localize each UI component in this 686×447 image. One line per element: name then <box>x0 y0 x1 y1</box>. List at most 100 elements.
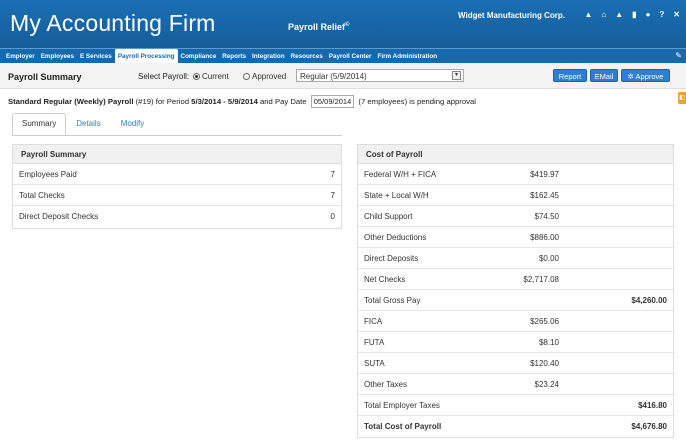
chat-icon[interactable]: ● <box>646 10 651 19</box>
cost-row-label: Total Gross Pay <box>364 296 421 305</box>
cost-row-value: $8.10 <box>538 338 559 347</box>
cost-row: State + Local W/H $162.45 <box>358 185 673 206</box>
cost-row-total: Total Employer Taxes $416.80 <box>358 395 673 416</box>
cost-row-label: Other Deductions <box>364 233 427 242</box>
payroll-info: Standard Regular (Weekly) Payroll (#19) … <box>8 95 476 108</box>
cost-row-total-value: $416.80 <box>638 401 667 410</box>
cost-row-value: $74.50 <box>534 212 559 221</box>
cost-row-label: Net Checks <box>364 275 406 284</box>
nav-firm-administration[interactable]: Firm Administration <box>374 49 440 64</box>
cost-of-payroll-title: Cost of Payroll <box>358 145 673 164</box>
nav-compliance[interactable]: Compliance <box>178 49 220 64</box>
nav-e-services[interactable]: E Services <box>77 49 115 64</box>
nav-payroll-center[interactable]: Payroll Center <box>326 49 375 64</box>
help-icon[interactable]: ? <box>659 10 664 19</box>
close-icon[interactable]: ✕ <box>673 10 680 19</box>
radio-approved-label: Approved <box>252 72 287 81</box>
cost-row-value: $2,717.08 <box>523 275 559 284</box>
summary-row-label: Direct Deposit Checks <box>19 212 99 221</box>
cost-of-payroll-panel: Cost of Payroll Federal W/H + FICA $419.… <box>357 144 674 438</box>
cost-row-total: Total Gross Pay $4,260.00 <box>358 290 673 311</box>
radio-approved-indicator[interactable] <box>243 73 250 80</box>
payroll-select-value: Regular (5/9/2014) <box>300 72 367 81</box>
radio-current[interactable]: Current <box>193 72 229 81</box>
product-name: Payroll Relief© <box>288 22 350 32</box>
summary-row: Total Checks 7 <box>13 185 341 206</box>
tab-summary[interactable]: Summary <box>12 113 67 135</box>
summary-row-label: Employees Paid <box>19 170 77 179</box>
summary-row-value: 7 <box>330 191 335 200</box>
nav-reports[interactable]: Reports <box>219 49 249 64</box>
payroll-summary-title: Payroll Summary <box>13 145 341 164</box>
email-button[interactable]: EMail <box>590 69 618 82</box>
cost-row-value: $120.40 <box>530 359 559 368</box>
payroll-status: (7 employees) is pending approval <box>358 97 476 106</box>
radio-current-indicator[interactable] <box>193 73 200 80</box>
side-panel-tab[interactable]: ◧ <box>678 92 686 104</box>
toolbar: Payroll Summary Select Payroll: Current … <box>0 63 686 89</box>
cost-row: Child Support $74.50 <box>358 206 673 227</box>
cost-row-label: State + Local W/H <box>364 191 429 200</box>
cost-row-label: Child Support <box>364 212 413 221</box>
cost-row-label: Federal W/H + FICA <box>364 170 437 179</box>
approve-button-label: Approve <box>635 72 664 81</box>
nav-payroll-processing[interactable]: Payroll Processing <box>114 48 178 64</box>
cost-row-value: $886.00 <box>530 233 559 242</box>
cost-row: FICA $265.06 <box>358 311 673 332</box>
cost-row-label: SUTA <box>364 359 385 368</box>
summary-row: Direct Deposit Checks 0 <box>13 206 341 227</box>
cost-row-total-value: $4,676.80 <box>631 422 667 431</box>
nav-employer[interactable]: Employer <box>3 49 38 64</box>
cost-row-value: $419.97 <box>530 170 559 179</box>
radio-current-label: Current <box>202 72 229 81</box>
chevron-down-icon[interactable]: ▾ <box>452 71 461 80</box>
gear-icon: ✲ <box>627 72 634 81</box>
summary-row-value: 7 <box>330 170 335 179</box>
approve-button[interactable]: ✲ Approve <box>621 69 670 82</box>
product-mark: © <box>345 22 350 28</box>
app-header: My Accounting Firm Payroll Relief© Widge… <box>0 0 686 48</box>
cost-row-value: $265.06 <box>530 317 559 326</box>
company-name[interactable]: Widget Manufacturing Corp. <box>458 11 565 20</box>
pay-date-field[interactable]: 05/09/2014 <box>310 95 355 108</box>
cost-row-value: $23.24 <box>534 380 559 389</box>
tab-divider <box>12 135 342 136</box>
cost-row: Other Taxes $23.24 <box>358 374 673 395</box>
summary-row-value: 0 <box>330 212 335 221</box>
payroll-number: (#19) for Period <box>135 97 190 106</box>
cost-row-total-value: $4,260.00 <box>631 296 667 305</box>
cost-row-label: Total Employer Taxes <box>364 401 440 410</box>
cost-row-label: FICA <box>364 317 383 326</box>
app-title: My Accounting Firm <box>10 10 216 36</box>
cost-row: FUTA $8.10 <box>358 332 673 353</box>
wrench-icon[interactable]: ✎ <box>675 51 682 60</box>
cost-row-label: Total Cost of Payroll <box>364 422 442 431</box>
cost-row-grand-total: Total Cost of Payroll $4,676.80 <box>358 416 673 437</box>
cost-row-value: $0.00 <box>538 254 559 263</box>
summary-row-label: Total Checks <box>19 191 65 200</box>
document-icon[interactable]: ▮ <box>632 10 636 19</box>
cost-row-label: Direct Deposits <box>364 254 419 263</box>
pay-date-label: and Pay Date <box>260 97 307 106</box>
nav-integration[interactable]: Integration <box>249 49 288 64</box>
nav-employees[interactable]: Employees <box>38 49 77 64</box>
payroll-type: Standard Regular (Weekly) Payroll <box>8 97 134 106</box>
report-button[interactable]: Report <box>553 69 587 82</box>
user-icon[interactable]: ▲ <box>584 10 592 19</box>
cost-row: Net Checks $2,717.08 <box>358 269 673 290</box>
header-icons: ▲ ⌂ ▲ ▮ ● ? ✕ <box>584 10 680 19</box>
cost-row-label: FUTA <box>364 338 385 347</box>
tab-modify[interactable]: Modify <box>111 113 155 135</box>
summary-row: Employees Paid 7 <box>13 164 341 185</box>
home-icon[interactable]: ⌂ <box>601 10 606 19</box>
cost-row-value: $162.45 <box>530 191 559 200</box>
payroll-summary-panel: Payroll Summary Employees Paid 7 Total C… <box>12 144 342 229</box>
cost-row-label: Other Taxes <box>364 380 407 389</box>
bell-icon[interactable]: ▲ <box>615 10 623 19</box>
tab-details[interactable]: Details <box>66 113 110 135</box>
payroll-select[interactable]: Regular (5/9/2014) ▾ <box>296 69 464 82</box>
tab-bar: Summary Details Modify <box>12 113 154 135</box>
nav-resources[interactable]: Resources <box>288 49 326 64</box>
cost-row: Direct Deposits $0.00 <box>358 248 673 269</box>
radio-approved[interactable]: Approved <box>243 72 286 81</box>
